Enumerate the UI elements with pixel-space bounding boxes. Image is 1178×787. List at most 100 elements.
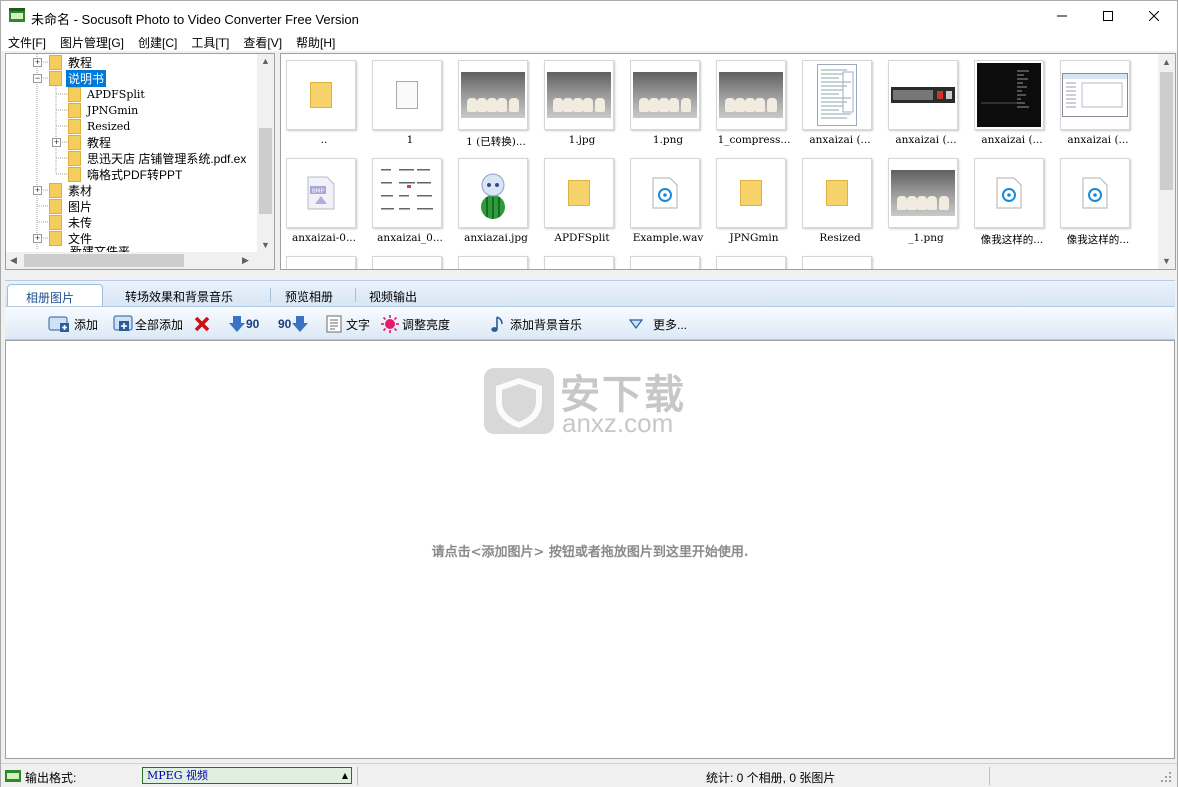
thumbnail-item-partial[interactable] [367,252,453,269]
thumbnail-item[interactable]: 像我这样的... [1055,154,1141,252]
thumbnail-item[interactable]: Resized [797,154,883,252]
folder-icon [49,198,62,214]
thumbnail-item[interactable]: Example.wav [625,154,711,252]
watermark: 安下载 anxz.com [482,362,702,442]
tree-collapse-toggle[interactable]: − [33,74,42,83]
text-button[interactable]: 文字 [325,313,370,335]
thumbnail-caption: _1.png [908,232,944,244]
tree-item-manual[interactable]: 说明书 [49,69,107,87]
add-button[interactable]: 添加 [47,313,98,335]
thumbnail-item[interactable]: 1 [367,56,453,154]
tree-item-files[interactable]: 文件 [49,230,94,246]
tree-item-label: JPNGmin [87,103,139,117]
tree-item-store-system[interactable]: 思迅天店 店铺管理系统.pdf.ex [68,150,248,166]
thumbnail-item[interactable]: anxaizai (... [797,56,883,154]
thumbnail-item[interactable]: 像我这样的... [969,154,1055,252]
scroll-left-icon[interactable]: ◀ [10,255,17,266]
add-music-button[interactable]: 添加背景音乐 [489,313,582,335]
tree-horizontal-scrollbar[interactable]: ◀ ▶ [6,252,274,269]
tab-video-output[interactable]: 视频输出 [369,284,417,306]
thumbnail-item[interactable]: .. [281,56,367,154]
thumbnail-item-partial[interactable] [281,252,367,269]
empty-state-hint: 请点击<添加图片> 按钮或者拖放图片到这里开始使用. [431,545,749,560]
close-button[interactable] [1131,1,1177,31]
scroll-up-icon[interactable]: ▲ [261,56,270,66]
thumbnail-item-partial[interactable] [453,252,539,269]
thumbnail-item[interactable]: 1 (已转换)... [453,56,539,154]
tree-item-not-uploaded[interactable]: 未传 [49,214,94,230]
thumbnail-item-partial[interactable] [625,252,711,269]
scroll-down-icon[interactable]: ▼ [1162,256,1171,266]
scrollbar-thumb[interactable] [259,128,272,214]
thumbnail-grid[interactable]: .. 1 1 (已转换)... 1.jpg 1.png 1_compress... anxa… [280,53,1176,270]
tree-item-apdfsplit[interactable]: APDFSplit [68,86,147,102]
tree-item-resized[interactable]: Resized [68,118,132,134]
thumbnail-item[interactable]: BMP anxaizai-0... [281,154,367,252]
thumbnail-frame [888,60,958,130]
thumbnail-item-partial[interactable] [711,252,797,269]
output-format-select[interactable]: MPEG 视频 ▲ [142,767,352,784]
thumbnail-vertical-scrollbar[interactable]: ▲ ▼ [1158,54,1175,269]
menu-image-manage[interactable]: 图片管理[G] [53,31,131,51]
menu-help[interactable]: 帮助[H] [289,31,342,51]
thumbnail-caption: 像我这样的... [980,234,1044,246]
tree-item-images[interactable]: 图片 [49,198,94,214]
watermark-text-en: anxz.com [562,408,674,438]
tree-vertical-scrollbar[interactable]: ▲ ▼ [257,54,274,252]
menu-create[interactable]: 创建[C] [131,31,184,51]
rotate-right-button[interactable]: 90 [278,313,312,335]
thumbnail-item[interactable]: anxiazai.jpg [453,154,539,252]
thumbnail-item[interactable]: 1.png [625,56,711,154]
menu-file[interactable]: 文件[F] [1,31,53,51]
thumbnail-item[interactable]: APDFSplit [539,154,625,252]
thumbnail-frame [372,256,442,269]
thumbnail-item[interactable]: anxaizai_0... [367,154,453,252]
tab-preview-album[interactable]: 预览相册 [285,284,333,306]
tree-expand-toggle[interactable]: + [52,138,61,147]
add-all-button[interactable]: 全部添加 [113,313,183,335]
thumbnail-item[interactable]: anxaizai (... [969,56,1055,154]
scrollbar-thumb[interactable] [1160,72,1173,190]
tab-transitions-music[interactable]: 转场效果和背景音乐 [125,284,233,306]
resize-grip-icon[interactable] [1161,772,1173,784]
tree-item-jpngmin[interactable]: JPNGmin [68,102,140,118]
thumbnail-item-partial[interactable] [797,252,883,269]
tree-item-tutorial[interactable]: 教程 [49,54,94,70]
thumbnail-item[interactable]: _1.png [883,154,969,252]
thumbnail-item[interactable]: 1.jpg [539,56,625,154]
scroll-right-icon[interactable]: ▶ [242,255,249,266]
scrollbar-thumb[interactable] [24,254,184,267]
adjust-brightness-button[interactable]: 调整亮度 [381,313,450,335]
thumbnail-item[interactable]: JPNGmin [711,154,797,252]
more-button[interactable]: 更多... [627,313,687,335]
tree-item-label: APDFSplit [87,87,145,101]
thumbnail-caption: Resized [819,232,861,244]
folder-tree[interactable]: + 教程 − 说明书 APDFSplit JPNGmin Resized + 教… [5,53,275,270]
tree-item-tutorial-sub[interactable]: 教程 [68,134,113,150]
thumbnail-item[interactable]: 1_compress... [711,56,797,154]
thumbnail-frame [630,60,700,130]
tree-expand-toggle[interactable]: + [33,186,42,195]
minimize-button[interactable] [1039,1,1085,31]
tree-item-materials[interactable]: 素材 [49,182,94,198]
delete-button[interactable] [193,313,214,335]
rotate-left-button[interactable]: 90 [228,313,259,335]
minimize-icon [1057,15,1067,17]
folder-icon [49,214,62,230]
tab-album-images[interactable]: 相册图片 [7,284,103,306]
app-small-icon [5,770,21,782]
maximize-button[interactable] [1085,1,1131,31]
tree-item-pdf-to-ppt[interactable]: 嗨格式PDF转PPT [68,166,184,182]
scroll-down-icon[interactable]: ▼ [261,240,270,250]
scroll-up-icon[interactable]: ▲ [1162,57,1171,67]
menu-view[interactable]: 查看[V] [236,31,289,51]
tree-expand-toggle[interactable]: + [33,58,42,67]
svg-text:BMP: BMP [312,189,325,195]
thumbnail-caption: anxaizai (... [809,134,871,146]
tree-expand-toggle[interactable]: + [33,234,42,243]
menu-tools[interactable]: 工具[T] [184,31,236,51]
thumbnail-item[interactable]: anxaizai (... [1055,56,1141,154]
thumbnail-item-partial[interactable] [539,252,625,269]
thumbnail-item[interactable]: anxaizai (... [883,56,969,154]
album-canvas[interactable]: 安下载 anxz.com 请点击<添加图片> 按钮或者拖放图片到这里开始使用. [5,340,1175,759]
